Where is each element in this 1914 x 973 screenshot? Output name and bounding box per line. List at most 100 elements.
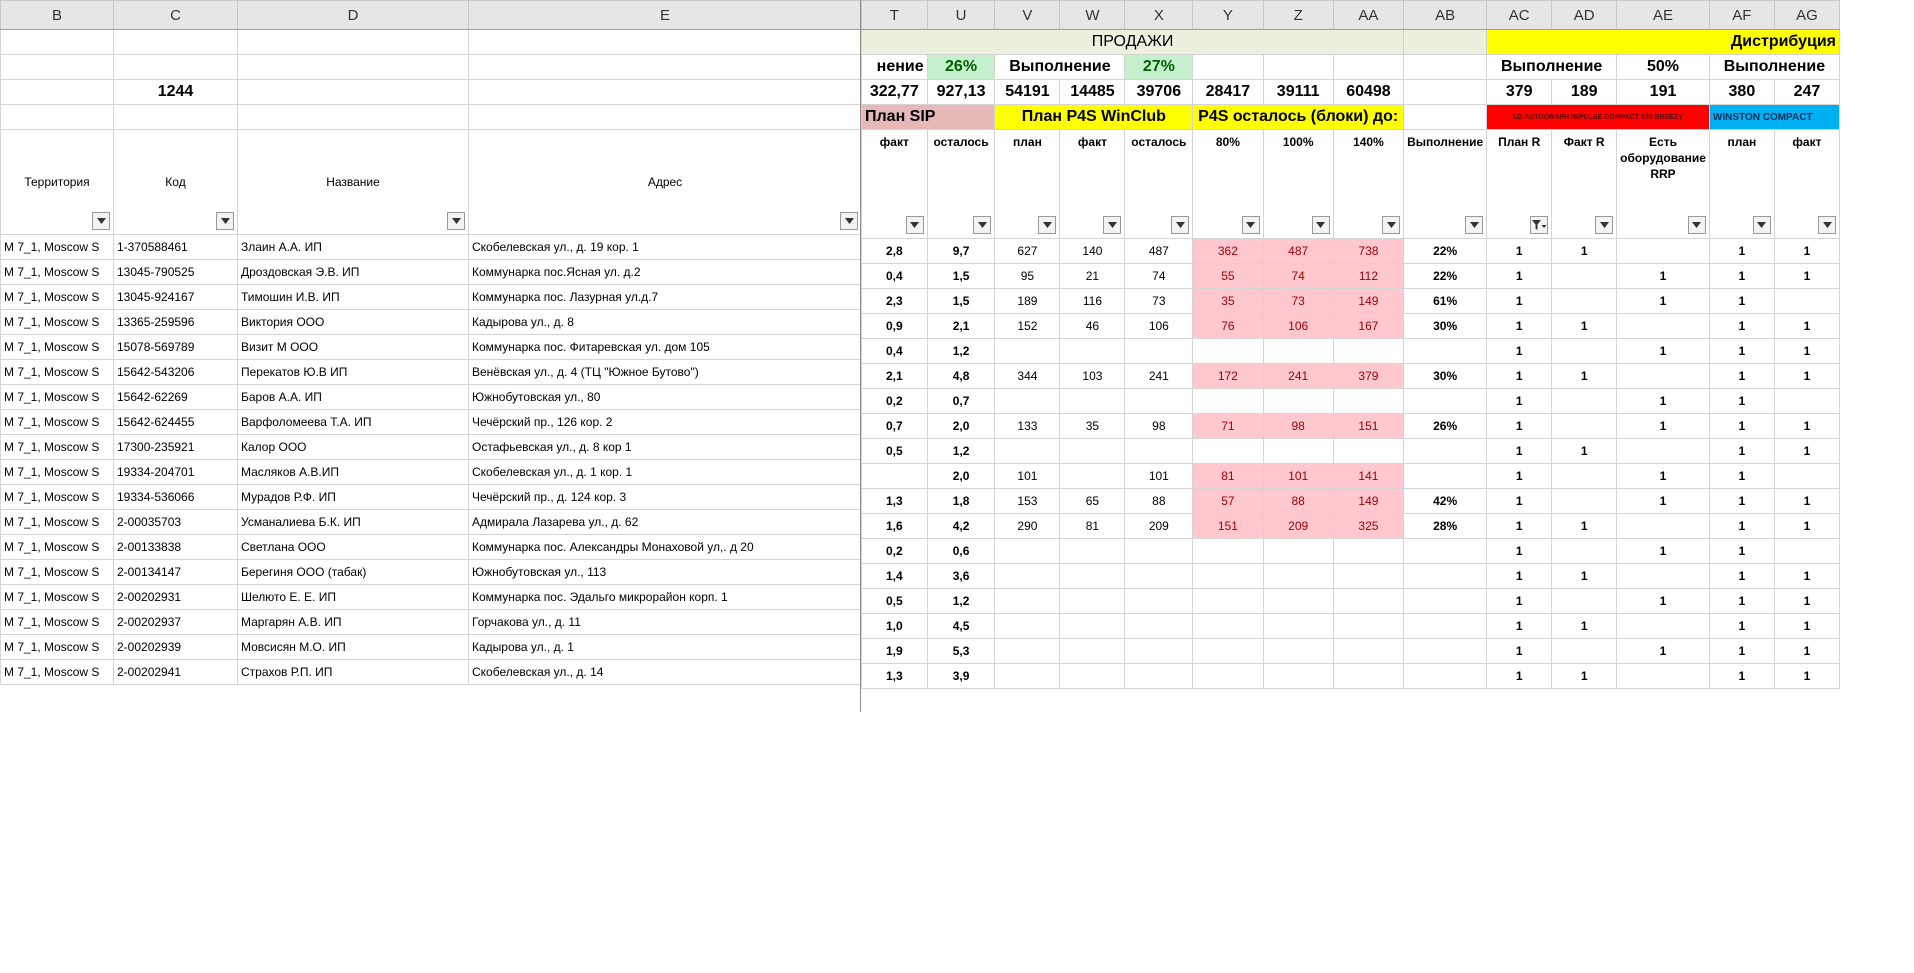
value-cell[interactable]: 1: [1708, 288, 1775, 314]
value-cell[interactable]: [1403, 388, 1488, 414]
value-cell[interactable]: 1: [1773, 638, 1840, 664]
value-cell[interactable]: 0,9: [861, 313, 928, 339]
header-cell[interactable]: Выполнение: [1403, 129, 1488, 239]
value-cell[interactable]: 1,2: [926, 338, 996, 364]
completion-label-2[interactable]: Выполнение: [994, 54, 1126, 80]
value-cell[interactable]: [1332, 588, 1405, 614]
value-cell[interactable]: 1: [1708, 613, 1775, 639]
value-cell[interactable]: [1262, 563, 1334, 589]
territory-cell[interactable]: M 7_1, Moscow S: [0, 259, 114, 285]
value-cell[interactable]: [994, 438, 1061, 464]
territory-cell[interactable]: M 7_1, Moscow S: [0, 334, 114, 360]
value-cell[interactable]: [1551, 538, 1618, 564]
completion-label-1[interactable]: нение: [861, 54, 928, 80]
value-cell[interactable]: 1: [1486, 238, 1553, 264]
value-cell[interactable]: 1,4: [861, 563, 928, 589]
value-cell[interactable]: 1: [1616, 288, 1710, 314]
header-cell[interactable]: факт: [1059, 129, 1126, 239]
header-cell[interactable]: Территория: [0, 129, 114, 235]
filter-active-icon[interactable]: [1530, 216, 1549, 234]
value-cell[interactable]: [1332, 563, 1405, 589]
value-cell[interactable]: 1,5: [926, 288, 996, 314]
value-cell[interactable]: 1: [1773, 663, 1840, 689]
name-cell[interactable]: Светлана ООО: [237, 534, 469, 560]
completion-label-3[interactable]: Выполнение: [1486, 54, 1618, 80]
value-cell[interactable]: [1332, 438, 1405, 464]
value-cell[interactable]: [1616, 613, 1710, 639]
cell[interactable]: [237, 54, 469, 80]
value-cell[interactable]: 1: [1486, 438, 1553, 464]
value-cell[interactable]: [1124, 338, 1194, 364]
value-cell[interactable]: 26%: [1403, 413, 1488, 439]
value-cell[interactable]: 1: [1486, 563, 1553, 589]
value-cell[interactable]: [1773, 288, 1840, 314]
code-cell[interactable]: 2-00133838: [113, 534, 238, 560]
value-cell[interactable]: 172: [1192, 363, 1264, 389]
value-cell[interactable]: 1: [1551, 663, 1618, 689]
filter-dropdown-icon[interactable]: [216, 212, 234, 230]
filter-dropdown-icon[interactable]: [1103, 216, 1122, 234]
value-cell[interactable]: [994, 338, 1061, 364]
filter-dropdown-icon[interactable]: [1171, 216, 1190, 234]
value-cell[interactable]: 1: [1486, 313, 1553, 339]
value-cell[interactable]: 1: [1551, 363, 1618, 389]
value-cell[interactable]: 61%: [1403, 288, 1488, 314]
address-cell[interactable]: Адмирала Лазарева ул., д. 62: [468, 509, 862, 535]
value-cell[interactable]: 1: [1708, 563, 1775, 589]
filter-dropdown-icon[interactable]: [905, 216, 924, 234]
total-value[interactable]: 60498: [1332, 79, 1405, 105]
value-cell[interactable]: 4,5: [926, 613, 996, 639]
value-cell[interactable]: 1: [1773, 313, 1840, 339]
value-cell[interactable]: [1059, 463, 1126, 489]
value-cell[interactable]: 1: [1616, 263, 1710, 289]
name-cell[interactable]: Масляков А.В.ИП: [237, 459, 469, 485]
cell[interactable]: [1403, 54, 1488, 80]
value-cell[interactable]: 1,0: [861, 613, 928, 639]
value-cell[interactable]: 0,2: [861, 388, 928, 414]
code-cell[interactable]: 2-00202941: [113, 659, 238, 685]
completion-pct-1[interactable]: 26%: [926, 54, 996, 80]
value-cell[interactable]: 1,9: [861, 638, 928, 664]
name-cell[interactable]: Маргарян А.В. ИП: [237, 609, 469, 635]
filter-dropdown-icon[interactable]: [1752, 216, 1771, 234]
value-cell[interactable]: [1403, 338, 1488, 364]
value-cell[interactable]: [1262, 613, 1334, 639]
value-cell[interactable]: [1262, 588, 1334, 614]
value-cell[interactable]: 101: [1262, 463, 1334, 489]
value-cell[interactable]: 30%: [1403, 363, 1488, 389]
value-cell[interactable]: 98: [1124, 413, 1194, 439]
value-cell[interactable]: [1262, 338, 1334, 364]
value-cell[interactable]: 22%: [1403, 238, 1488, 264]
value-cell[interactable]: [994, 588, 1061, 614]
address-cell[interactable]: Кадырова ул., д. 8: [468, 309, 862, 335]
value-cell[interactable]: 1: [1773, 588, 1840, 614]
value-cell[interactable]: 106: [1124, 313, 1194, 339]
value-cell[interactable]: 1: [1773, 238, 1840, 264]
value-cell[interactable]: 1: [1708, 388, 1775, 414]
value-cell[interactable]: 65: [1059, 488, 1126, 514]
header-cell[interactable]: осталось: [926, 129, 996, 239]
territory-cell[interactable]: M 7_1, Moscow S: [0, 384, 114, 410]
value-cell[interactable]: 738: [1332, 238, 1405, 264]
name-cell[interactable]: Дроздовская Э.В. ИП: [237, 259, 469, 285]
cell[interactable]: [468, 79, 862, 105]
value-cell[interactable]: 1,2: [926, 438, 996, 464]
cell[interactable]: [0, 79, 114, 105]
winston-compact-header[interactable]: WINSTON COMPACT: [1708, 104, 1840, 130]
value-cell[interactable]: 1: [1708, 238, 1775, 264]
name-cell[interactable]: Тимошин И.В. ИП: [237, 284, 469, 310]
column-header-ae[interactable]: AE: [1616, 0, 1710, 30]
value-cell[interactable]: [1262, 538, 1334, 564]
column-header-u[interactable]: U: [926, 0, 996, 30]
value-cell[interactable]: [1403, 613, 1488, 639]
plan-sip-header[interactable]: План SIP: [860, 104, 996, 130]
filter-dropdown-icon[interactable]: [1818, 216, 1836, 234]
value-cell[interactable]: [1262, 388, 1334, 414]
value-cell[interactable]: 74: [1124, 263, 1194, 289]
name-cell[interactable]: Визит М ООО: [237, 334, 469, 360]
header-cell[interactable]: 80%: [1192, 129, 1264, 239]
value-cell[interactable]: 1,8: [926, 488, 996, 514]
address-cell[interactable]: Коммунарка пос. Лазурная ул.д.7: [468, 284, 862, 310]
value-cell[interactable]: 1: [1708, 488, 1775, 514]
value-cell[interactable]: [1192, 588, 1264, 614]
